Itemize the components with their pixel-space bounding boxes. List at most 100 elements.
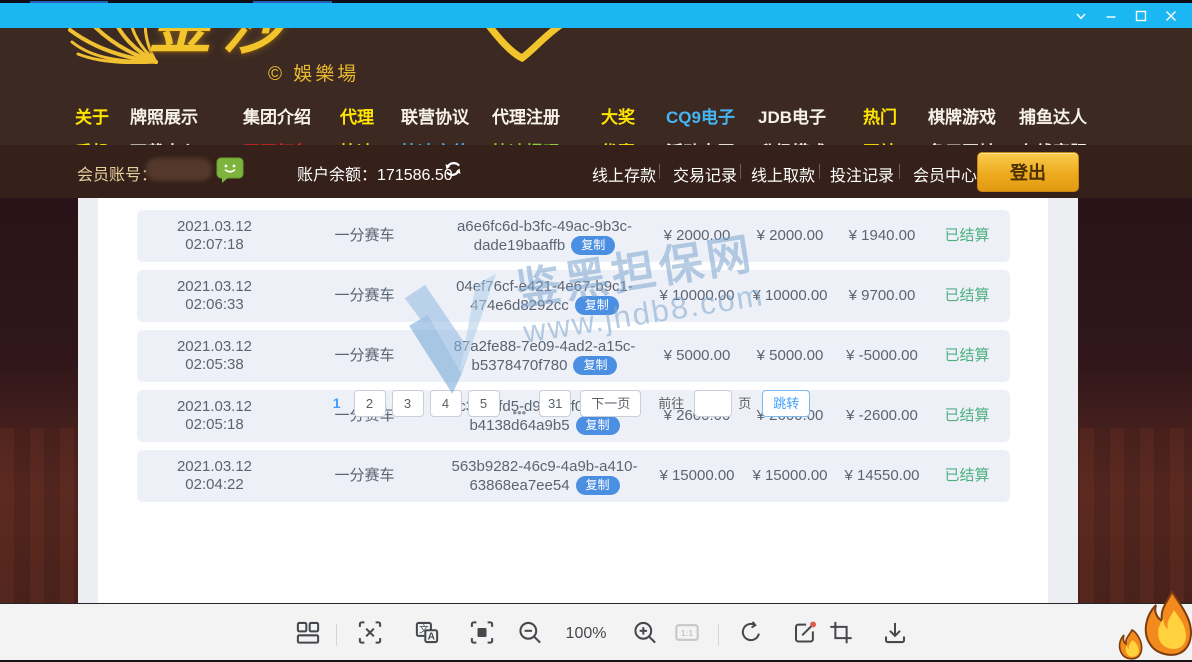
- table-row: 2021.03.1202:06:33 一分赛车 04ef76cf-e421-4e…: [137, 270, 1010, 322]
- next-page-button[interactable]: 下一页: [580, 390, 641, 417]
- nav-about[interactable]: 关于: [75, 103, 109, 128]
- divider: [899, 164, 900, 179]
- divider: [740, 164, 741, 179]
- toolbar-divider: [718, 624, 719, 646]
- payout-amount: ¥ -5000.00: [834, 330, 930, 382]
- nav-license[interactable]: 牌照展示: [130, 103, 198, 128]
- nav-hot[interactable]: 热门: [863, 103, 897, 128]
- order-id: 04ef76cf-e421-4e67-b9c1-474e6d8292cc复制: [437, 278, 652, 315]
- page-current[interactable]: 1: [333, 390, 341, 417]
- nav-cq9[interactable]: CQ9电子: [666, 103, 735, 128]
- nav-jdb[interactable]: JDB电子: [758, 103, 826, 128]
- ocr-select-icon[interactable]: [357, 619, 384, 646]
- game-name: 一分赛车: [292, 450, 437, 502]
- bet-amount: ¥ 5000.00: [649, 330, 745, 382]
- page-button-3[interactable]: 3: [392, 390, 424, 417]
- bet-amount: ¥ 2000.00: [649, 210, 745, 262]
- nav-agent[interactable]: 代理: [340, 103, 374, 128]
- order-id: 563b9282-46c9-4a9b-a410-63868ea7ee54复制: [437, 458, 652, 495]
- balance-text: 账户余额：171586.50: [297, 161, 453, 185]
- order-id: a6e6fc6d-b3fc-49ac-9b3c-dade19baaffb复制: [437, 218, 652, 255]
- page-button-4[interactable]: 4: [430, 390, 462, 417]
- nav-group-intro[interactable]: 集团介绍: [243, 103, 311, 128]
- valid-amount: ¥ 5000.00: [742, 330, 838, 382]
- jump-button[interactable]: 跳转: [762, 390, 810, 417]
- link-online-withdraw[interactable]: 线上取款: [751, 162, 815, 186]
- bet-time: 2021.03.1202:04:22: [137, 458, 292, 494]
- zoom-out-icon[interactable]: [517, 619, 544, 646]
- minimize-icon[interactable]: [1096, 3, 1126, 28]
- nav-fishing[interactable]: 捕鱼达人: [1019, 103, 1087, 128]
- copy-button[interactable]: 复制: [576, 416, 620, 435]
- refresh-balance-icon[interactable]: [443, 159, 463, 179]
- zoom-in-icon[interactable]: [632, 619, 659, 646]
- member-bar: 会员账号： 账户余额：171586.50 线上存款 交易记录 线上取款 投注记录…: [0, 145, 1192, 198]
- balance-label: 账户余额：: [297, 167, 377, 184]
- table-row: 2021.03.1202:05:38 一分赛车 87a2fe88-7e09-4a…: [137, 330, 1010, 382]
- svg-text:A: A: [428, 632, 436, 643]
- bet-amount: ¥ 10000.00: [649, 270, 745, 322]
- toolbar-divider: [336, 624, 337, 646]
- payout-amount: ¥ 1940.00: [834, 210, 930, 262]
- flame-cursor-icon: [1116, 590, 1192, 662]
- divider: [659, 164, 660, 179]
- nav-jackpot[interactable]: 大奖: [601, 103, 635, 128]
- page-button-2[interactable]: 2: [354, 390, 386, 417]
- download-icon[interactable]: [882, 619, 909, 646]
- status-badge: 已结算: [924, 270, 1010, 322]
- chat-bubble-icon[interactable]: [216, 157, 244, 184]
- page-number-input[interactable]: [694, 390, 732, 417]
- crop-icon[interactable]: [828, 619, 855, 646]
- valid-amount: ¥ 10000.00: [742, 270, 838, 322]
- bet-time: 2021.03.1202:06:33: [137, 278, 292, 314]
- logout-button[interactable]: 登出: [977, 152, 1079, 192]
- edit-icon[interactable]: [792, 619, 819, 646]
- collapse-icon[interactable]: [1066, 3, 1096, 28]
- copy-button[interactable]: 复制: [571, 236, 615, 255]
- balance-value: 171586.50: [377, 167, 453, 184]
- order-id: 87a2fe88-7e09-4ad2-a15c-b5378470f780复制: [437, 338, 652, 375]
- link-transaction-log[interactable]: 交易记录: [673, 162, 737, 186]
- background-fragment: [253, 1, 332, 3]
- link-online-deposit[interactable]: 线上存款: [592, 162, 656, 186]
- titlebar: [0, 3, 1192, 28]
- nav-agent-register[interactable]: 代理注册: [492, 103, 560, 128]
- svg-text:1:1: 1:1: [681, 628, 693, 638]
- page-button-5[interactable]: 5: [468, 390, 500, 417]
- divider: [819, 164, 820, 179]
- game-name: 一分赛车: [292, 210, 437, 262]
- bet-amount: ¥ 15000.00: [649, 450, 745, 502]
- nav-board-games[interactable]: 棋牌游戏: [928, 103, 996, 128]
- layout-grid-icon[interactable]: [295, 619, 322, 646]
- valid-amount: ¥ 2000.00: [742, 210, 838, 262]
- link-member-center[interactable]: 会员中心: [913, 162, 977, 186]
- close-icon[interactable]: [1156, 3, 1186, 28]
- fullscreen-icon[interactable]: [469, 619, 496, 646]
- zoom-level[interactable]: 100%: [566, 625, 607, 643]
- window-controls: [1066, 3, 1186, 28]
- rotate-icon[interactable]: [738, 619, 765, 646]
- window-top-edge: [0, 0, 1192, 3]
- status-badge: 已结算: [924, 210, 1010, 262]
- copy-button[interactable]: 复制: [573, 356, 617, 375]
- bet-time: 2021.03.1202:07:18: [137, 218, 292, 254]
- page-ellipsis[interactable]: •••: [513, 399, 527, 426]
- account-name-redacted: [146, 158, 212, 181]
- nav-agent-agreement[interactable]: 联营协议: [401, 103, 469, 128]
- payout-amount: ¥ 14550.00: [834, 450, 930, 502]
- link-bet-records[interactable]: 投注记录: [830, 162, 894, 186]
- game-name: 一分赛车: [292, 330, 437, 382]
- goto-label: 前往: [658, 390, 684, 417]
- image-viewer-toolbar: 文 A 100% 1:1: [0, 603, 1192, 661]
- pagination: 1 2 3 4 5 ••• 31 下一页 前往 页 跳转: [98, 390, 1048, 417]
- table-row: 2021.03.1202:07:18 一分赛车 a6e6fc6d-b3fc-49…: [137, 210, 1010, 262]
- bet-time: 2021.03.1202:05:38: [137, 338, 292, 374]
- copy-button[interactable]: 复制: [575, 296, 619, 315]
- actual-size-icon: 1:1: [674, 619, 701, 646]
- valid-amount: ¥ 15000.00: [742, 450, 838, 502]
- page-button-last[interactable]: 31: [539, 390, 571, 417]
- maximize-icon[interactable]: [1126, 3, 1156, 28]
- copy-button[interactable]: 复制: [576, 476, 620, 495]
- screenshot-viewer-window: 金沙 © 娛樂場 关于 牌照展示 集团介绍 代理 联营协议 代理注册 大奖 CQ…: [0, 0, 1192, 662]
- translate-icon[interactable]: 文 A: [414, 619, 441, 646]
